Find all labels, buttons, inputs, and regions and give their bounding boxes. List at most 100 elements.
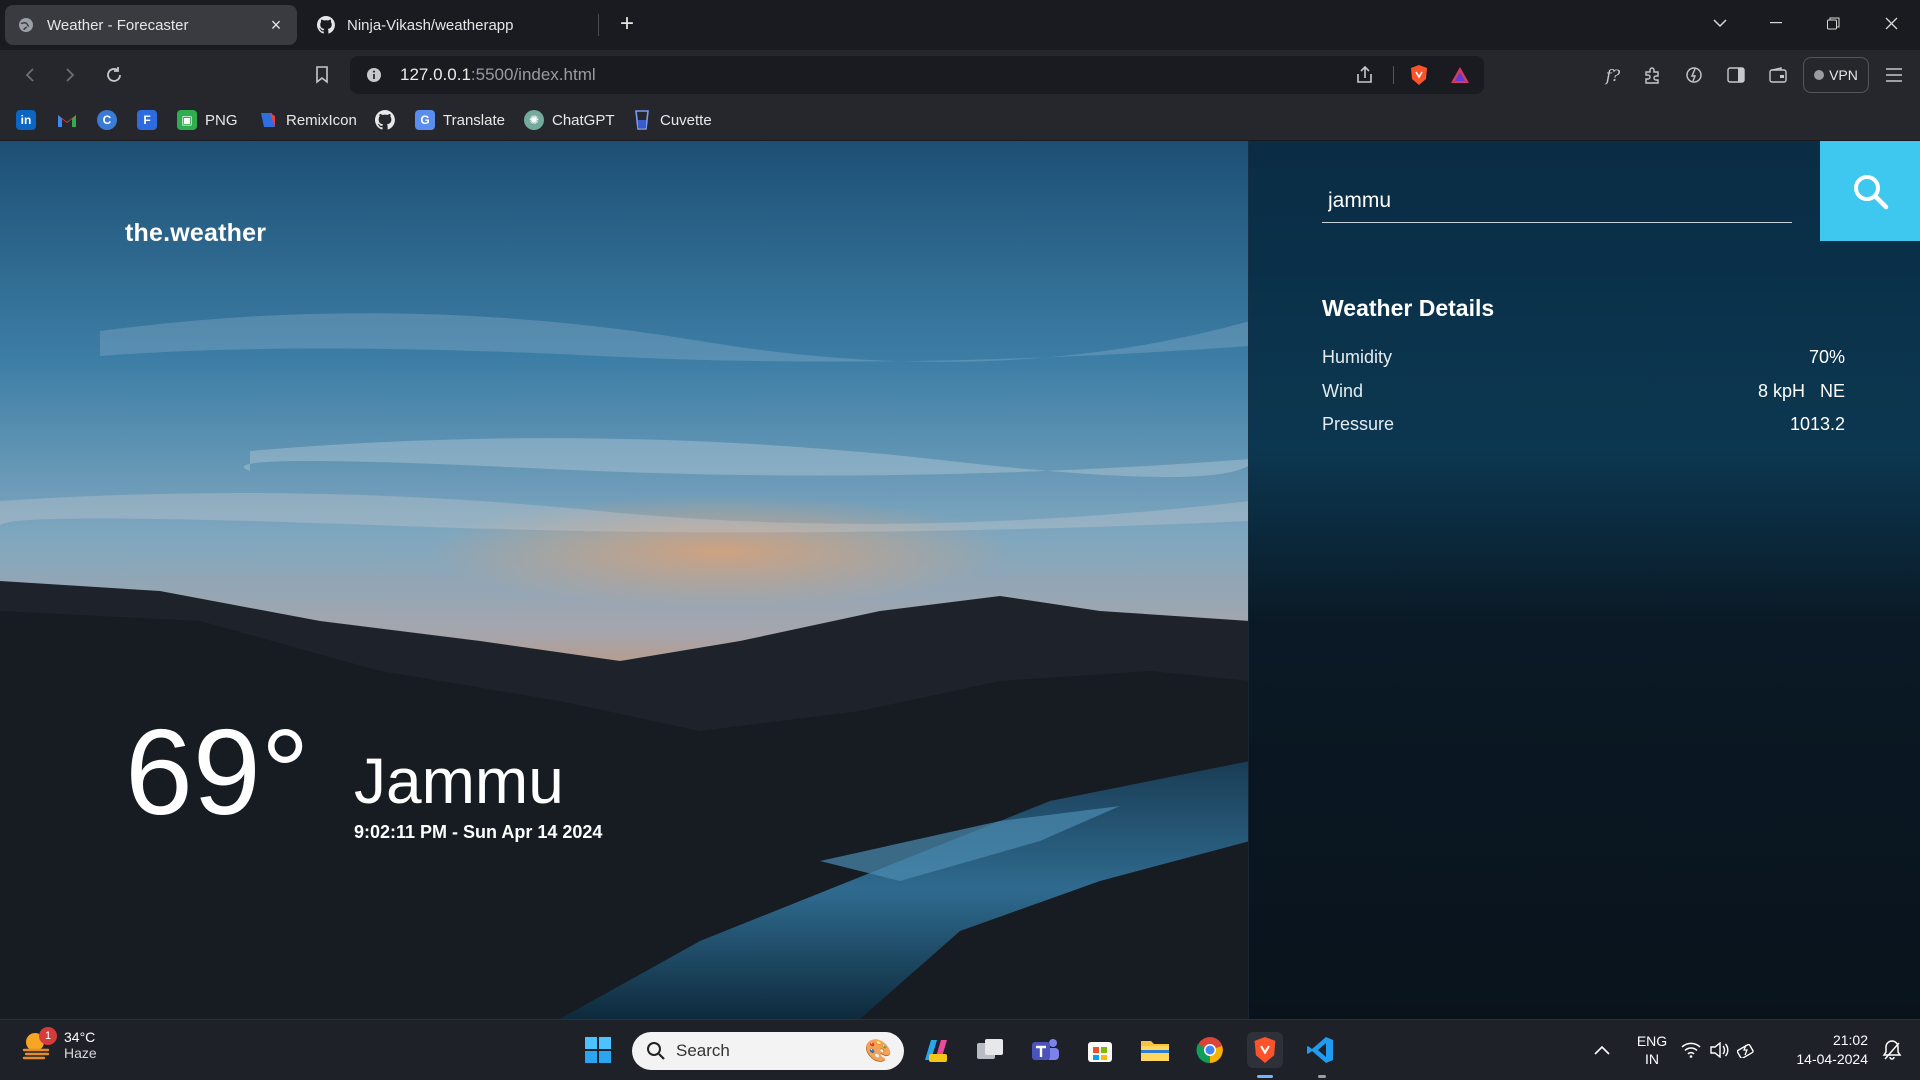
task-view-icon[interactable] [972, 1032, 1008, 1068]
taskbar-search-label: Search [676, 1041, 730, 1060]
url-path: :5500/index.html [470, 65, 596, 84]
clock-time: 21:02 [1832, 1032, 1868, 1048]
omnibox-divider [1393, 66, 1394, 84]
volume-icon [1710, 1042, 1729, 1058]
github-icon [375, 110, 395, 130]
active-app-indicator [1257, 1075, 1273, 1078]
bookmark-translate[interactable]: G Translate [415, 108, 505, 132]
bookmark-github[interactable] [375, 108, 395, 132]
png-icon: ▣ [177, 110, 197, 130]
address-bar[interactable]: 127.0.0.1:5500/index.html [350, 56, 1484, 94]
taskbar-weather-temp: 34°C [64, 1029, 96, 1045]
bookmark-png[interactable]: ▣ PNG [177, 108, 238, 132]
search-icon [647, 1042, 665, 1060]
detail-label: Humidity [1322, 347, 1393, 367]
language-indicator[interactable]: ENG IN [1630, 1032, 1674, 1068]
battery-charging-icon [1737, 1043, 1754, 1058]
cuvette-icon [632, 110, 652, 130]
bookmark-remixicon[interactable]: RemixIcon [258, 108, 357, 132]
notification-badge: 1 [39, 1027, 57, 1045]
detail-row-pressure: Pressure 1013.2 [1322, 414, 1845, 435]
back-icon[interactable] [16, 62, 44, 88]
restore-icon[interactable] [1815, 8, 1851, 38]
weather-details-panel [1248, 141, 1920, 1019]
url-host: 127.0.0.1 [400, 65, 471, 84]
bookmark-icon[interactable] [308, 62, 336, 88]
clock-date: 14-04-2024 [1796, 1051, 1868, 1067]
site-info-icon[interactable] [363, 64, 385, 86]
minimize-icon[interactable] [1758, 8, 1794, 38]
brave-rewards-icon[interactable] [1449, 64, 1471, 86]
region-code: IN [1645, 1051, 1659, 1067]
bookmark-label: PNG [205, 111, 238, 129]
copilot-icon[interactable] [918, 1032, 954, 1068]
tab-weather-forecaster[interactable]: Weather - Forecaster × [5, 5, 297, 45]
start-button[interactable] [580, 1032, 616, 1068]
notifications-bell-icon[interactable] [1874, 1032, 1910, 1068]
vpn-label: VPN [1829, 67, 1858, 83]
tab-github-weatherapp[interactable]: Ninja-Vikash/weatherapp [305, 5, 597, 45]
close-window-icon[interactable] [1873, 8, 1909, 38]
wifi-icon [1681, 1042, 1701, 1058]
open-app-indicator [1318, 1075, 1326, 1078]
teams-icon[interactable] [1027, 1032, 1063, 1068]
search-highlight-icon: 🎨 [864, 1038, 892, 1063]
system-tray-status[interactable] [1678, 1032, 1760, 1068]
forward-icon[interactable] [56, 62, 84, 88]
extensions-icon[interactable] [1638, 62, 1666, 88]
city-name: Jammu [354, 745, 564, 817]
windows-taskbar: 1 34°C Haze Search 🎨 ENG IN 21:02 14-04-… [0, 1019, 1920, 1080]
chrome-icon[interactable] [1192, 1032, 1228, 1068]
globe-icon [17, 16, 35, 34]
gmail-icon [57, 110, 77, 130]
bookmark-label: Translate [443, 111, 505, 129]
taskbar-clock[interactable]: 21:02 14-04-2024 [1780, 1031, 1868, 1069]
wallet-icon[interactable] [1764, 62, 1792, 88]
show-hidden-icons-chevron-icon[interactable] [1584, 1032, 1620, 1068]
reload-icon[interactable] [100, 62, 128, 88]
vscode-icon[interactable] [1302, 1032, 1338, 1068]
tab-close-icon[interactable]: × [267, 16, 285, 34]
taskbar-weather-widget[interactable]: 1 34°C Haze [20, 1027, 97, 1062]
haze-weather-icon: 1 [20, 1027, 57, 1062]
forms-icon: F [137, 110, 157, 130]
search-button[interactable] [1820, 141, 1920, 241]
bookmark-linkedin[interactable]: in [16, 108, 36, 132]
language-code: ENG [1636, 1033, 1668, 1049]
page-viewport: the.weather 69° Jammu 9:02:11 PM - Sun A… [0, 141, 1920, 1019]
menu-icon[interactable] [1880, 62, 1908, 88]
vpn-button[interactable]: VPN [1803, 57, 1869, 93]
vpn-status-icon [1814, 70, 1825, 80]
windows-logo-icon [585, 1037, 611, 1063]
microsoft-store-icon[interactable] [1082, 1032, 1118, 1068]
app-brand-logo: the.weather [125, 219, 267, 247]
bookmark-gmail[interactable] [57, 108, 77, 132]
search-icon [1854, 175, 1889, 210]
taskbar-search-box[interactable]: Search 🎨 [632, 1032, 904, 1070]
tab-separator [598, 14, 599, 36]
brave-shields-icon[interactable] [1408, 64, 1430, 86]
remixicon-icon [258, 110, 278, 130]
city-search-input[interactable] [1322, 179, 1792, 223]
reader-font-icon[interactable]: f? [1599, 62, 1627, 88]
tab-search-chevron-icon[interactable] [1702, 8, 1738, 38]
new-tab-button[interactable]: + [612, 10, 642, 40]
bookmark-forms[interactable]: F [137, 108, 157, 132]
bookmark-label: Cuvette [660, 111, 712, 129]
brave-browser-icon[interactable] [1247, 1032, 1283, 1068]
bookmarks-bar: in C F ▣ PNG RemixIcon G Translate ✺ Cha… [0, 100, 1920, 141]
bookmark-chatgpt[interactable]: ✺ ChatGPT [524, 108, 615, 132]
share-icon[interactable] [1354, 64, 1376, 86]
sidebar-icon[interactable] [1722, 62, 1750, 88]
temperature-value: 69° [125, 704, 310, 840]
bookmark-cuvette[interactable]: Cuvette [632, 108, 712, 132]
file-explorer-icon[interactable] [1137, 1032, 1173, 1068]
speedreader-icon[interactable] [1680, 62, 1708, 88]
github-icon [317, 16, 335, 34]
bookmark-label: RemixIcon [286, 111, 357, 129]
bookmark-canva[interactable]: C [97, 108, 117, 132]
linkedin-icon: in [16, 110, 36, 130]
browser-tab-bar: Weather - Forecaster × Ninja-Vikash/weat… [0, 0, 1920, 50]
tab-title: Ninja-Vikash/weatherapp [347, 16, 514, 34]
detail-row-wind: Wind 8 kpH NE [1322, 381, 1845, 402]
